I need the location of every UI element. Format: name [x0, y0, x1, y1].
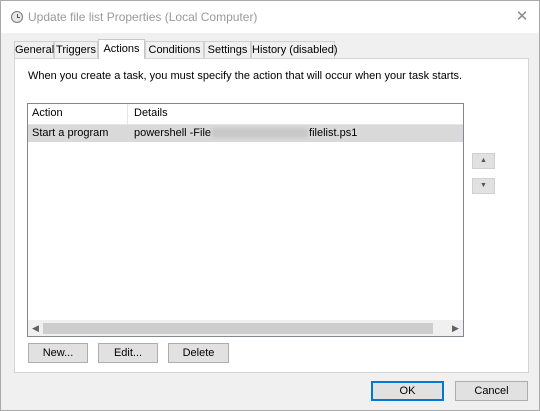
details-suffix: filelist.ps1 [309, 127, 358, 139]
arrow-down-icon: ▼ [480, 182, 487, 189]
ok-button[interactable]: OK [371, 381, 444, 401]
action-cell: Start a program [32, 127, 109, 139]
list-item[interactable]: Start a program powershell -File filelist… [28, 125, 463, 142]
list-header: Action Details [28, 104, 463, 125]
delete-button[interactable]: Delete [168, 343, 229, 363]
tab-triggers[interactable]: Triggers [54, 41, 98, 58]
title-bar: Update file list Properties (Local Compu… [1, 1, 539, 33]
window-title: Update file list Properties (Local Compu… [28, 10, 258, 24]
tab-conditions[interactable]: Conditions [145, 41, 204, 58]
move-up-button[interactable]: ▲ [472, 153, 495, 169]
column-header-action[interactable]: Action [32, 107, 63, 119]
scroll-left-icon[interactable]: ◀ [28, 321, 43, 336]
tab-actions[interactable]: Actions [98, 39, 145, 59]
edit-button[interactable]: Edit... [98, 343, 158, 363]
tab-history[interactable]: History (disabled) [251, 41, 338, 58]
tab-general[interactable]: General [14, 41, 54, 58]
task-scheduler-clock-icon [11, 11, 23, 23]
horizontal-scrollbar[interactable]: ◀ ▶ [28, 320, 463, 336]
details-cell: powershell -File filelist.ps1 [134, 127, 357, 139]
cancel-button[interactable]: Cancel [455, 381, 528, 401]
arrow-up-icon: ▲ [480, 157, 487, 164]
properties-dialog: Update file list Properties (Local Compu… [0, 0, 540, 411]
scrollbar-thumb[interactable] [43, 323, 433, 334]
actions-list[interactable]: Action Details Start a program powershel… [27, 103, 464, 337]
instruction-text: When you create a task, you must specify… [28, 70, 463, 82]
column-header-details[interactable]: Details [134, 107, 168, 119]
column-divider[interactable] [127, 104, 128, 124]
new-button[interactable]: New... [28, 343, 88, 363]
redacted-path [212, 128, 309, 139]
details-prefix: powershell -File [134, 127, 212, 139]
move-down-button[interactable]: ▼ [472, 178, 495, 194]
tab-settings[interactable]: Settings [204, 41, 251, 58]
actions-panel: When you create a task, you must specify… [14, 58, 529, 373]
scroll-right-icon[interactable]: ▶ [448, 321, 463, 336]
close-icon[interactable]: ✕ [514, 9, 530, 25]
